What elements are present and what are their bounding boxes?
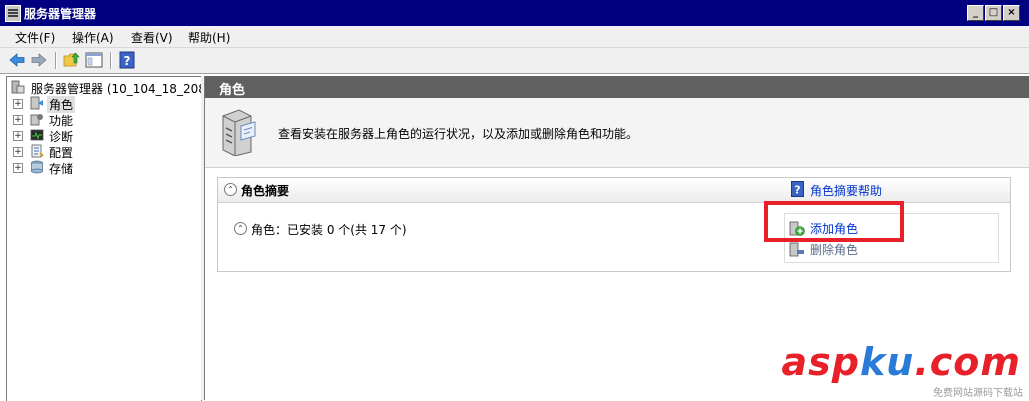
toolbar-separator (110, 52, 112, 69)
configuration-icon (31, 144, 44, 158)
roles-icon (30, 96, 43, 110)
summary-header[interactable]: ⌃ 角色摘要 ? 角色摘要帮助 (218, 178, 1010, 203)
svg-text:?: ? (794, 184, 800, 197)
server-roles-icon (222, 109, 256, 156)
summary-help-link[interactable]: 角色摘要帮助 (810, 182, 882, 199)
svg-text:?: ? (124, 54, 131, 68)
forward-arrow-icon[interactable] (30, 51, 48, 69)
tree-item-roles[interactable]: + 角色 (13, 96, 193, 113)
expand-icon[interactable]: + (13, 115, 23, 125)
minimize-button[interactable]: _ (967, 5, 984, 21)
menu-view[interactable]: 查看(V) (131, 29, 173, 46)
help-icon: ? (791, 181, 804, 197)
show-hide-tree-icon[interactable] (85, 51, 103, 69)
toolbar: ? (0, 48, 1029, 74)
collapse-icon[interactable]: ⌃ (234, 222, 247, 235)
expand-icon[interactable]: + (13, 99, 23, 109)
expand-icon[interactable]: + (13, 147, 23, 157)
roles-status: 角色：已安装 0 个(共 17 个) (251, 223, 407, 237)
intro-text: 查看安装在服务器上角色的运行状况，以及添加或删除角色和功能。 (278, 127, 639, 141)
menu-action[interactable]: 操作(A) (72, 29, 114, 46)
watermark-subtitle: 免费网站源码下载站 (933, 388, 1023, 399)
menu-bar: 文件(F) 操作(A) 查看(V) 帮助(H) (0, 26, 1029, 48)
toolbar-separator (55, 52, 57, 69)
remove-roles-link[interactable]: 删除角色 (810, 241, 858, 258)
intro-banner: 查看安装在服务器上角色的运行状况，以及添加或删除角色和功能。 (205, 98, 1029, 168)
tree-item-label: 配置 (49, 146, 74, 160)
collapse-icon[interactable]: ⌃ (224, 183, 237, 196)
menu-help[interactable]: 帮助(H) (188, 29, 230, 46)
pane-header: 角色 (205, 76, 1029, 98)
maximize-button[interactable]: □ (985, 5, 1002, 21)
server-manager-icon (5, 5, 21, 22)
server-manager-icon (11, 80, 25, 94)
title-bar: 服务器管理器 _ □ × (0, 0, 1029, 26)
tree-item-label: 功能 (49, 114, 74, 128)
up-folder-icon[interactable] (63, 51, 81, 69)
tree-item-label: 角色 (47, 96, 76, 113)
pane-title: 角色 (219, 83, 246, 98)
expand-icon[interactable]: + (13, 163, 23, 173)
navigation-tree: 服务器管理器 (10_104_18_208) + 角色 + 功能 + 诊断 + (6, 76, 211, 401)
tree-item-label: 存储 (49, 162, 74, 176)
menu-file[interactable]: 文件(F) (15, 29, 55, 46)
tree-item-label: 诊断 (49, 130, 74, 144)
tree-root-label: 服务器管理器 (10_104_18_208) (31, 82, 211, 96)
diagnostics-icon (30, 129, 44, 141)
expand-icon[interactable]: + (13, 131, 23, 141)
window-title: 服务器管理器 (24, 7, 97, 21)
storage-icon (31, 160, 43, 174)
remove-role-icon (789, 242, 804, 257)
watermark-logo: aspku.com (781, 340, 1021, 384)
back-arrow-icon[interactable] (8, 51, 26, 69)
highlight-box (764, 201, 904, 242)
close-button[interactable]: × (1003, 5, 1020, 21)
features-icon (30, 114, 43, 126)
summary-title: 角色摘要 (241, 184, 290, 198)
help-icon[interactable]: ? (118, 51, 136, 69)
